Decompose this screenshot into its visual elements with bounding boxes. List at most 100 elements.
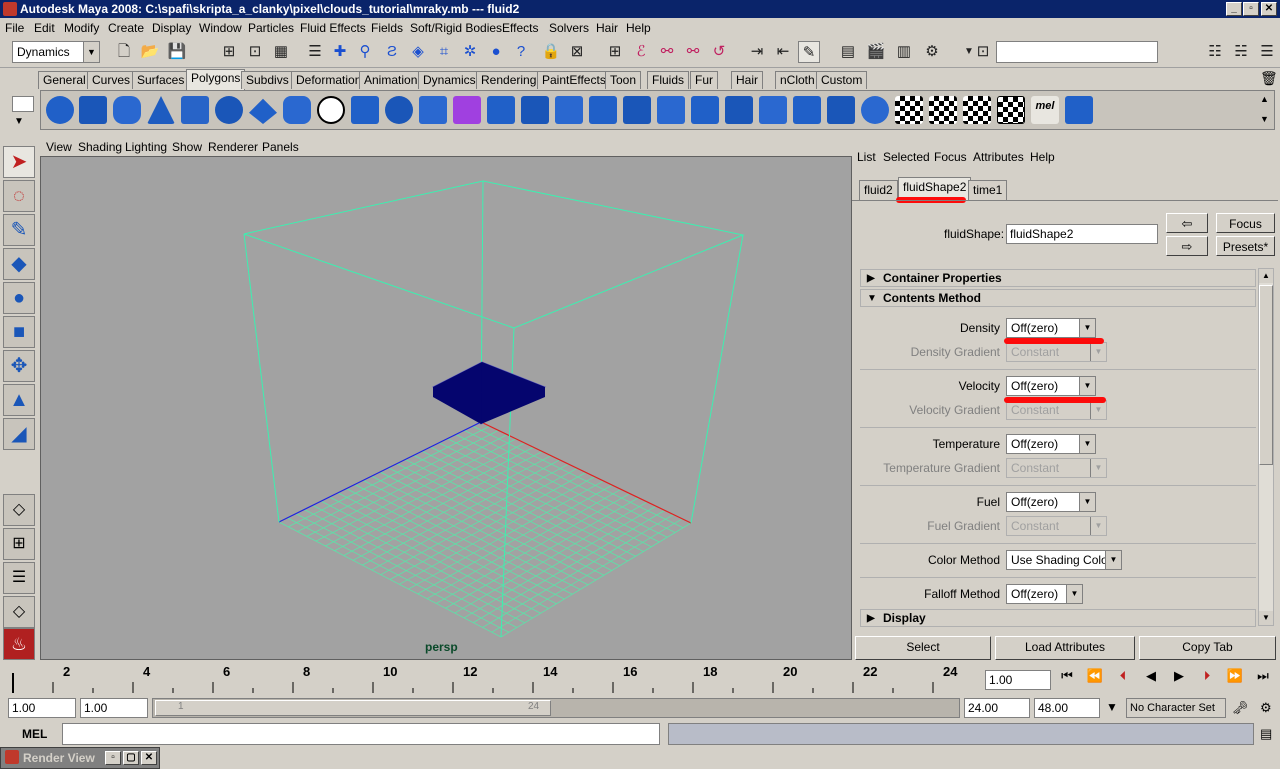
ae-menu-selected[interactable]: Selected — [883, 150, 930, 164]
scroll-down-icon[interactable]: ▼ — [1259, 611, 1273, 625]
shelf-tab-deformation[interactable]: Deformation — [291, 71, 367, 89]
time-slider[interactable]: 2 4 6 8 10 12 14 16 18 20 22 24 — [0, 662, 985, 696]
node-name-field[interactable]: fluidShape2 — [1006, 224, 1158, 244]
cylindrical-map-icon[interactable] — [929, 96, 957, 124]
shelf-tab-fluids[interactable]: Fluids — [647, 71, 690, 89]
construction-history-icon[interactable]: ⊞ — [604, 41, 626, 63]
panel-menu-lighting[interactable]: Lighting — [125, 140, 167, 154]
new-scene-icon[interactable]: 🗋 — [113, 41, 135, 63]
restore-window-button[interactable]: ▫ — [105, 751, 121, 765]
move-tool-icon[interactable]: ◆ — [3, 248, 35, 280]
menu-file[interactable]: File — [5, 21, 24, 35]
snap-curve-icon[interactable]: ⚲ — [354, 41, 376, 63]
shelf-tab-custom[interactable]: Custom — [816, 71, 868, 89]
magnet-icon[interactable]: ✲ — [459, 41, 481, 63]
poly-cone-icon[interactable] — [147, 96, 175, 124]
render-frame-icon[interactable]: ▤ — [837, 41, 859, 63]
mel-script-icon[interactable]: mel — [1031, 96, 1059, 124]
extrude-icon[interactable] — [691, 96, 719, 124]
poly-helix-icon[interactable] — [317, 96, 345, 124]
help-icon[interactable]: ? — [510, 41, 532, 63]
character-set-field[interactable]: No Character Set — [1126, 698, 1226, 718]
perspective-viewport[interactable]: persp — [40, 156, 852, 660]
animation-start-field[interactable]: 1.00 — [8, 698, 76, 718]
playback-start-field[interactable]: 1.00 — [80, 698, 148, 718]
select-hierarchy-icon[interactable]: ⊞ — [218, 41, 240, 63]
range-slider-handle[interactable]: 1 24 — [155, 700, 551, 716]
menu-create[interactable]: Create — [108, 21, 144, 35]
auto-key-icon[interactable]: 🗝 — [1232, 700, 1249, 716]
combine-icon[interactable] — [351, 96, 379, 124]
menu-fields[interactable]: Fields — [371, 21, 403, 35]
extract-icon[interactable] — [419, 96, 447, 124]
ae-menu-help[interactable]: Help — [1030, 150, 1055, 164]
shelf-tab-subdivs[interactable]: Subdivs — [241, 71, 294, 89]
wedge-icon[interactable] — [623, 96, 651, 124]
focus-button[interactable]: Focus — [1216, 213, 1275, 233]
script-editor-icon[interactable]: ▤ — [1260, 726, 1272, 742]
connect-icon[interactable]: ⚯ — [682, 41, 704, 63]
shelf-tab-rendering[interactable]: Rendering — [476, 71, 542, 89]
lock-icon[interactable]: 🔒 — [540, 41, 562, 63]
reduce-icon[interactable] — [555, 96, 583, 124]
ipr-icon[interactable]: ↺ — [708, 41, 730, 63]
menu-hair[interactable]: Hair — [596, 21, 618, 35]
input-line-icon[interactable]: ⇥ — [746, 41, 768, 63]
scale-tool-icon[interactable]: ■ — [3, 316, 35, 348]
shelf-tab-toon[interactable]: Toon — [605, 71, 642, 89]
shelf-menu-arrow-icon[interactable]: ▼ — [14, 116, 24, 127]
container-properties-section[interactable]: ▶ Container Properties — [860, 269, 1256, 287]
four-view-layout-icon[interactable]: ⊞ — [3, 528, 35, 560]
go-to-end-icon[interactable]: ⏭ — [1252, 668, 1274, 684]
bridge-icon[interactable] — [657, 96, 685, 124]
output-ops-icon[interactable]: ⚯ — [656, 41, 678, 63]
single-perspective-layout-icon[interactable]: ◇ — [3, 494, 35, 526]
separate-icon[interactable] — [385, 96, 413, 124]
output-line-icon[interactable]: ⇤ — [772, 41, 794, 63]
range-slider[interactable]: 1 24 — [152, 698, 960, 718]
play-forwards-icon[interactable]: ▶ — [1168, 668, 1190, 684]
shelf-tab-painteffects[interactable]: PaintEffects — [537, 71, 611, 89]
history-icon[interactable]: ⊠ — [566, 41, 588, 63]
paint-select-tool-icon[interactable]: ✎ — [3, 214, 35, 246]
sculpt-icon[interactable] — [589, 96, 617, 124]
poly-cylinder-icon[interactable] — [113, 96, 141, 124]
shelf-menu-icon[interactable] — [12, 96, 34, 112]
display-section[interactable]: ▶ Display — [860, 609, 1256, 627]
custom-tool-icon[interactable] — [1065, 96, 1093, 124]
trash-icon[interactable]: 🗑 — [1260, 70, 1278, 87]
poly-sphere-icon[interactable] — [46, 96, 74, 124]
quick-select-icon[interactable]: ⊡ — [972, 41, 994, 63]
uv-editor-icon[interactable] — [997, 96, 1025, 124]
mel-command-input[interactable] — [62, 723, 660, 745]
temperature-dropdown[interactable]: Off(zero) ▼ — [1006, 434, 1096, 454]
scroll-thumb[interactable] — [1259, 285, 1273, 465]
graph-layout-icon[interactable]: ◇ — [3, 596, 35, 628]
snap-point-icon[interactable]: Ƨ — [381, 41, 403, 63]
shelf-scroll-up-icon[interactable]: ▲ — [1260, 94, 1269, 104]
contents-method-section[interactable]: ▼ Contents Method — [860, 289, 1256, 307]
fuel-dropdown[interactable]: Off(zero) ▼ — [1006, 492, 1096, 512]
minimize-button[interactable]: _ — [1226, 2, 1242, 16]
ipr-render-icon[interactable]: ▥ — [893, 41, 915, 63]
color-method-dropdown[interactable]: Use Shading Color ▼ — [1006, 550, 1122, 570]
shelf-tab-dynamics[interactable]: Dynamics — [418, 71, 481, 89]
shelf-tab-surfaces[interactable]: Surfaces — [132, 71, 190, 89]
tool-settings-toggle-icon[interactable]: ☵ — [1230, 41, 1252, 63]
shelf-tab-polygons[interactable]: Polygons — [186, 69, 246, 90]
copy-tab-button[interactable]: Copy Tab — [1139, 636, 1276, 660]
current-time-field[interactable]: 1.00 — [985, 670, 1051, 690]
soft-modification-icon[interactable]: ▲ — [3, 384, 35, 416]
panel-menu-renderer[interactable]: Renderer — [208, 140, 258, 154]
mask-menu-icon[interactable]: ☰ — [304, 41, 326, 63]
shelf-tab-general[interactable]: General — [38, 71, 91, 89]
ae-menu-list[interactable]: List — [857, 150, 876, 164]
falloff-method-dropdown[interactable]: Off(zero) ▼ — [1006, 584, 1083, 604]
open-scene-icon[interactable]: 📂 — [139, 41, 161, 63]
select-button[interactable]: Select — [855, 636, 991, 660]
menu-soft-rigid-bodies[interactable]: Soft/Rigid Bodies — [410, 21, 502, 35]
go-to-output-icon[interactable]: ⇨ — [1166, 236, 1208, 256]
close-button[interactable]: ✕ — [1261, 2, 1277, 16]
channel-box-toggle-icon[interactable]: ☰ — [1256, 41, 1278, 63]
rename-icon[interactable]: ✎ — [798, 41, 820, 63]
